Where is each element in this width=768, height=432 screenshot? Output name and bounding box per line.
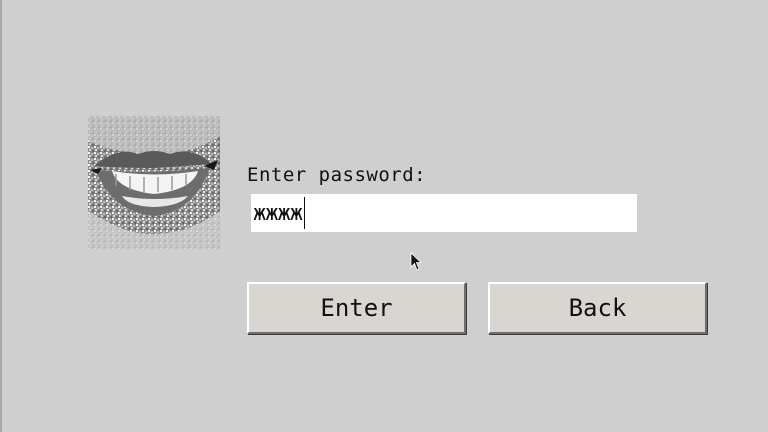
back-button[interactable]: Back [488,282,707,334]
window-edge [0,0,2,432]
text-caret [303,197,305,229]
login-screen: Enter password: жжжж Enter Back [0,0,768,432]
password-prompt-label: Enter password: [247,164,427,186]
enter-button[interactable]: Enter [247,282,466,334]
lips-avatar-icon [88,116,220,249]
mouse-pointer-icon [410,252,423,272]
password-value: жжжж [253,200,303,226]
password-field[interactable]: жжжж [251,194,637,232]
